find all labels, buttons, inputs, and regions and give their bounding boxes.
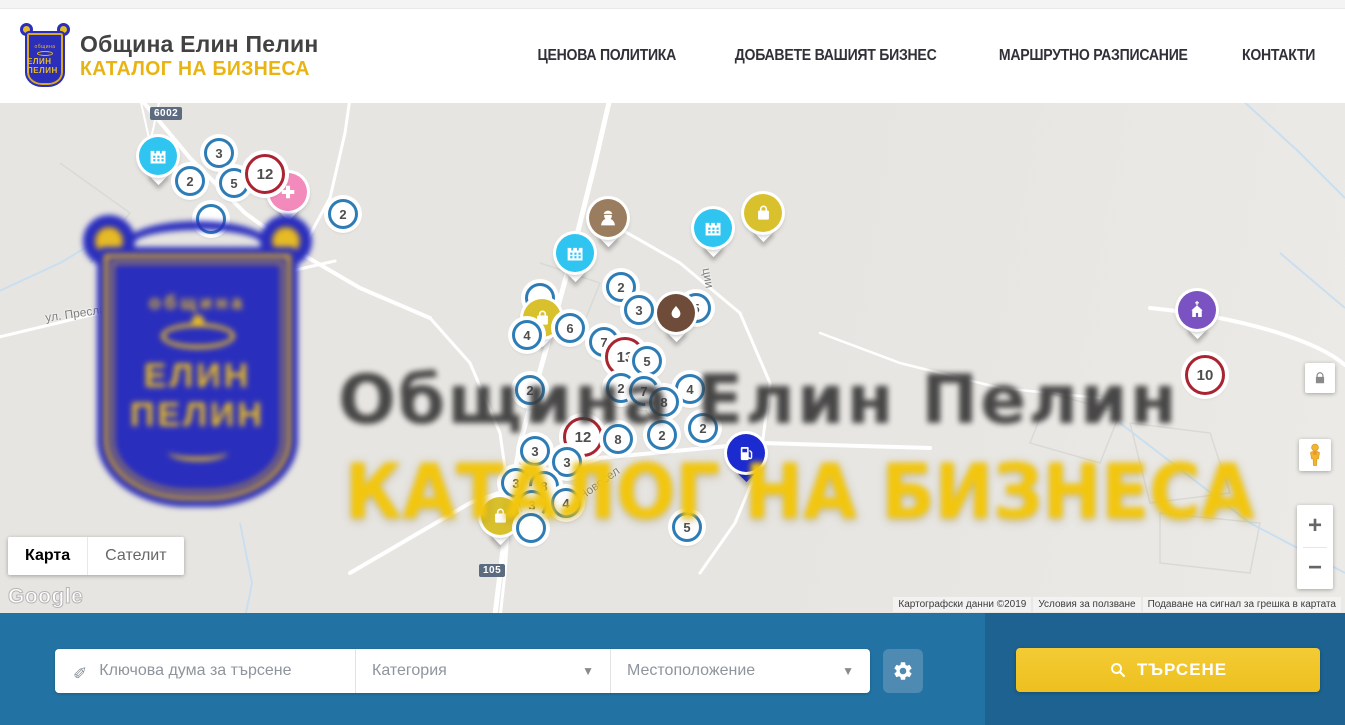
cluster-marker[interactable]: 5 (672, 512, 702, 542)
cluster-marker[interactable]: 3 (204, 138, 234, 168)
cluster-marker[interactable]: 2 (647, 420, 677, 450)
bag-pin[interactable] (744, 194, 782, 239)
cluster-marker[interactable] (196, 204, 226, 234)
zoom-control: + − (1297, 505, 1333, 589)
factory-pin[interactable] (139, 137, 177, 182)
streetview-lock-button[interactable] (1305, 363, 1335, 393)
cluster-marker[interactable]: 5 (632, 346, 662, 376)
category-select[interactable]: Категория ▼ (355, 649, 610, 693)
cluster-marker[interactable]: 4 (551, 488, 581, 518)
main-nav: ЦЕНОВА ПОЛИТИКА ДОБАВЕТЕ ВАШИЯТ БИЗНЕС М… (528, 47, 1320, 65)
cluster-marker[interactable]: 8 (649, 387, 679, 417)
crest-name-text: ЕЛИН ПЕЛИН (27, 57, 63, 75)
header: община ЕЛИН ПЕЛИН Община Елин Пелин КАТА… (0, 9, 1345, 103)
attribution-report-link[interactable]: Подаване на сигнал за грешка в картата (1143, 597, 1341, 612)
cluster-marker[interactable]: 12 (245, 154, 285, 194)
cluster-marker[interactable]: 2 (175, 166, 205, 196)
search-input-group: ✎ Категория ▼ Местоположение ▼ (55, 649, 870, 693)
crest-ornament (37, 51, 53, 56)
category-select-label: Категория (372, 662, 447, 680)
cluster-marker[interactable] (516, 513, 546, 543)
attribution-terms-link[interactable]: Условия за ползване (1033, 597, 1140, 612)
crest-top-text: община (34, 44, 55, 50)
location-select-label: Местоположение (627, 662, 755, 680)
search-bar: ✎ Категория ▼ Местоположение ▼ ТЪРСЕНЕ (0, 613, 1345, 725)
cluster-marker[interactable]: 10 (1185, 355, 1225, 395)
map-type-control: Карта Сателит (8, 537, 184, 575)
bag-pin[interactable] (481, 497, 519, 542)
keyword-cell: ✎ (55, 649, 355, 693)
attribution-data: Картографски данни ©2019 (893, 597, 1031, 612)
location-select[interactable]: Местоположение ▼ (610, 649, 870, 693)
municipality-crest-icon: община ЕЛИН ПЕЛИН (22, 25, 68, 87)
factory-pin[interactable] (556, 234, 594, 279)
site-subtitle: КАТАЛОГ НА БИЗНЕСА (80, 58, 311, 81)
nav-item-route-schedule[interactable]: МАРШРУТНО РАЗПИСАНИЕ (999, 47, 1188, 65)
cluster-marker[interactable]: 2 (688, 413, 718, 443)
cluster-marker[interactable]: 6 (555, 313, 585, 343)
pegman-icon (1306, 443, 1324, 467)
church-pin[interactable] (1178, 291, 1216, 336)
map-canvas[interactable]: 3251222356471351022784221283338435 60021… (0, 103, 1345, 613)
keyword-input[interactable] (99, 662, 329, 680)
cluster-marker[interactable]: 4 (512, 320, 542, 350)
nav-item-add-business[interactable]: ДОБАВЕТЕ ВАШИЯТ БИЗНЕС (735, 47, 937, 65)
google-logo[interactable]: Google (8, 585, 83, 609)
advanced-settings-button[interactable] (883, 649, 923, 693)
factory-pin[interactable] (694, 209, 732, 254)
flame-pin[interactable] (657, 294, 695, 339)
cluster-marker[interactable]: 4 (675, 374, 705, 404)
search-icon (1109, 661, 1127, 679)
pencil-icon: ✎ (73, 661, 87, 681)
search-button-label: ТЪРСЕНЕ (1137, 660, 1227, 680)
cluster-marker[interactable]: 2 (515, 375, 545, 405)
cluster-marker[interactable]: 8 (603, 424, 633, 454)
map-type-satellite-button[interactable]: Сателит (87, 537, 183, 575)
worker-pin[interactable] (589, 199, 627, 244)
road-shield: 6002 (150, 107, 182, 120)
lock-icon (1313, 371, 1327, 385)
pegman-button[interactable] (1299, 439, 1331, 471)
cluster-marker[interactable]: 3 (552, 447, 582, 477)
cluster-marker[interactable]: 3 (520, 436, 550, 466)
brand-logo[interactable]: община ЕЛИН ПЕЛИН Община Елин Пелин КАТА… (22, 25, 318, 87)
fuel-pin[interactable] (727, 434, 765, 479)
cluster-marker[interactable]: 2 (328, 199, 358, 229)
nav-item-pricing[interactable]: ЦЕНОВА ПОЛИТИКА (537, 47, 676, 65)
chevron-down-icon: ▼ (842, 664, 854, 678)
zoom-out-button[interactable]: − (1297, 548, 1333, 590)
search-button[interactable]: ТЪРСЕНЕ (1016, 648, 1320, 692)
road-shield: 105 (479, 564, 505, 577)
gear-icon (892, 660, 914, 682)
map-attribution: Картографски данни ©2019 Условия за полз… (893, 597, 1341, 612)
nav-item-contacts[interactable]: КОНТАКТИ (1242, 47, 1315, 65)
chevron-down-icon: ▼ (582, 664, 594, 678)
cluster-marker[interactable]: 3 (624, 295, 654, 325)
site-title: Община Елин Пелин (80, 31, 318, 58)
zoom-in-button[interactable]: + (1297, 505, 1333, 547)
top-strip (0, 0, 1345, 9)
map-type-map-button[interactable]: Карта (8, 537, 87, 575)
